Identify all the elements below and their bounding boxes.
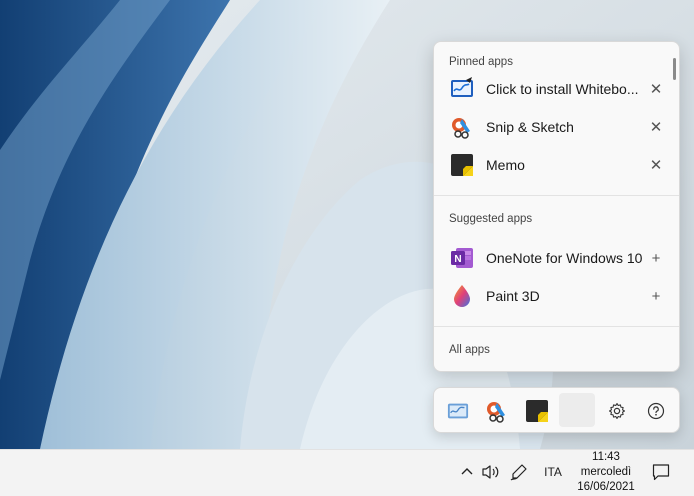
memo-icon: [526, 400, 548, 422]
pen-quick-bar: [433, 387, 680, 433]
quick-help-button[interactable]: [640, 395, 672, 427]
suggested-apps-title: Suggested apps: [449, 213, 533, 225]
unpin-button[interactable]: ✕: [646, 155, 666, 175]
quick-whiteboard-button[interactable]: [442, 395, 474, 427]
clock-day: mercoledì: [580, 466, 632, 478]
paint3d-icon: [450, 284, 474, 308]
quick-memo-button[interactable]: [521, 395, 553, 427]
onenote-icon: N: [450, 246, 474, 270]
divider: [434, 195, 679, 196]
snip-sketch-icon: [487, 402, 505, 423]
suggested-app-label: Paint 3D: [486, 288, 540, 304]
svg-text:N: N: [454, 254, 461, 265]
pen-menu-panel: Pinned apps Click to install Whitebo... …: [433, 41, 680, 372]
suggested-app-label: OneNote for Windows 10: [486, 250, 643, 266]
pinned-app-snip-sketch[interactable]: Snip & Sketch ✕: [440, 109, 672, 145]
snip-sketch-icon: [450, 115, 474, 139]
input-language-button[interactable]: ITA: [540, 461, 566, 483]
unpin-button[interactable]: ✕: [646, 79, 666, 99]
quick-snip-sketch-button[interactable]: [481, 395, 513, 427]
speaker-icon: [482, 465, 499, 479]
pen-menu-button[interactable]: [508, 461, 530, 483]
all-apps-link[interactable]: All apps: [449, 344, 490, 356]
notifications-button[interactable]: [650, 461, 672, 483]
divider: [434, 326, 679, 327]
gear-icon: [608, 402, 626, 420]
pen-icon: [510, 464, 527, 481]
add-app-button[interactable]: +: [646, 248, 666, 268]
add-app-button[interactable]: +: [646, 286, 666, 306]
memo-icon: [450, 153, 474, 177]
clock-date: 16/06/2021: [577, 481, 635, 493]
clock-time: 11:43: [592, 451, 620, 463]
whiteboard-icon: [447, 403, 469, 419]
pinned-app-memo[interactable]: Memo ✕: [440, 147, 672, 183]
pinned-app-label: Snip & Sketch: [486, 119, 574, 135]
pinned-app-whiteboard[interactable]: Click to install Whitebo... ✕: [440, 71, 672, 107]
quick-empty-slot[interactable]: [559, 393, 595, 427]
suggested-app-paint3d[interactable]: Paint 3D +: [440, 278, 672, 314]
unpin-button[interactable]: ✕: [646, 117, 666, 137]
volume-button[interactable]: [480, 461, 502, 483]
show-hidden-icons-button[interactable]: [458, 461, 476, 483]
scrollbar[interactable]: [673, 58, 676, 80]
pinned-apps-title: Pinned apps: [449, 56, 513, 68]
notification-icon: [652, 464, 670, 481]
pinned-app-label: Memo: [486, 157, 525, 173]
suggested-app-onenote[interactable]: N OneNote for Windows 10 +: [440, 240, 672, 276]
clock[interactable]: 11:43 mercoledì 16/06/2021: [572, 450, 640, 495]
whiteboard-icon: [450, 77, 474, 101]
taskbar: ITA 11:43 mercoledì 16/06/2021: [0, 449, 694, 496]
chevron-up-icon: [461, 468, 473, 475]
pinned-app-label: Click to install Whitebo...: [486, 81, 639, 97]
quick-settings-button[interactable]: [601, 395, 633, 427]
help-icon: [647, 402, 665, 420]
